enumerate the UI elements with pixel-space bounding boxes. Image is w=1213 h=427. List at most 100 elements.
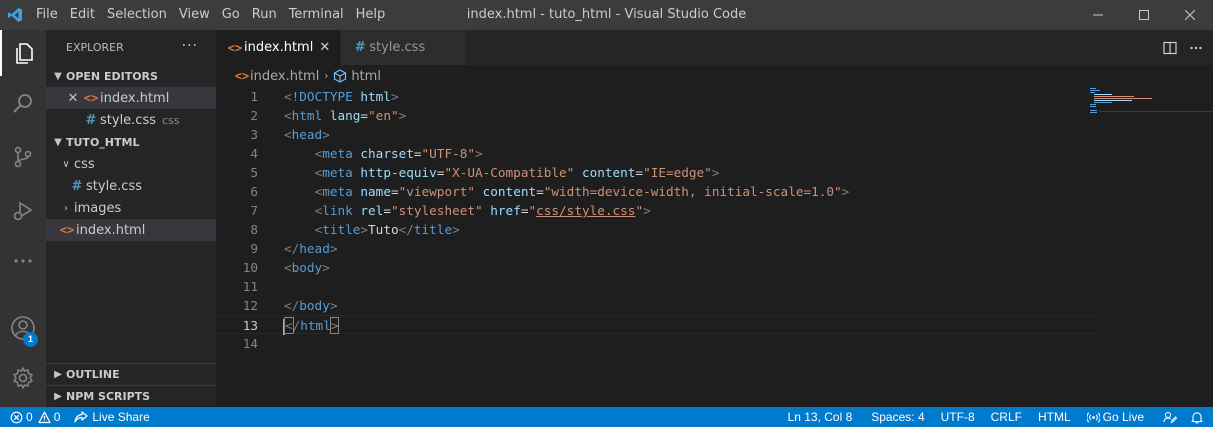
accounts-badge: 1 [23,332,38,347]
live-share-button[interactable]: Live Share [67,407,156,427]
menu-go[interactable]: Go [216,0,246,30]
code-line[interactable]: 14 [216,334,1096,353]
feedback-button[interactable] [1151,407,1184,427]
npm-scripts-header[interactable]: ▶ NPM SCRIPTS [46,385,216,407]
code-token: </ [398,222,414,237]
code-line[interactable]: 3 <head> [216,125,1096,144]
menu-help[interactable]: Help [350,0,392,30]
activity-bar: 1 [0,30,46,407]
html-file-icon: <> [227,40,243,55]
open-editors-label: OPEN EDITORS [66,69,158,83]
tab-label: index.html [244,40,314,55]
tree-folder-css[interactable]: ∨ css [46,153,216,175]
files-icon [16,43,33,64]
code-line[interactable]: 5 <meta http-equiv="X-UA-Compatible" con… [216,163,1096,182]
css-file-icon: # [85,112,97,128]
close-tab-icon[interactable]: ✕ [319,40,330,55]
code-line[interactable]: 2 <html lang="en"> [216,106,1096,125]
end-of-line[interactable]: CRLF [984,407,1031,427]
indentation[interactable]: Spaces: 4 [864,407,933,427]
workspace-header[interactable]: ▼ TUTO_HTML [46,131,216,153]
search-button[interactable] [0,80,46,126]
code-token: "en" [368,108,399,123]
minimap[interactable] [1090,87,1203,117]
explorer-more-icon[interactable]: ··· [182,38,198,54]
menu-terminal[interactable]: Terminal [283,0,350,30]
code-text: <meta charset="UTF-8"> [284,144,483,163]
encoding[interactable]: UTF-8 [934,407,984,427]
code-token: > [322,127,330,142]
language-mode[interactable]: HTML [1031,407,1080,427]
line-number: 3 [250,127,258,142]
code-line[interactable]: 1 <!DOCTYPE html> [216,87,1096,106]
code-line[interactable]: 7 <link rel="stylesheet" href="css/style… [216,201,1096,220]
live-share-icon [74,410,88,423]
window-controls [1075,0,1213,30]
code-line[interactable]: 12 </body> [216,296,1096,315]
tab-index-html[interactable]: <> index.html ✕ [216,30,342,65]
breadcrumb-file[interactable]: index.html [250,69,319,84]
more-actions-icon[interactable] [1189,41,1203,55]
code-token: " [635,203,644,218]
code-token: content [482,184,537,199]
problems-indicator[interactable]: 0 0 [0,407,67,427]
tab-style-css[interactable]: # style.css [341,30,467,65]
menu-edit[interactable]: Edit [64,0,101,30]
chevron-right-icon: ▶ [54,369,62,380]
code-token: = [360,108,369,123]
chevron-down-icon: ▼ [54,136,62,148]
outline-header[interactable]: ▶ OUTLINE [46,363,216,385]
css-file-icon: # [71,178,83,194]
split-editor-icon[interactable] [1163,41,1177,55]
close-editor-icon[interactable]: ✕ [64,91,82,106]
broadcast-icon [1086,411,1100,423]
code-token[interactable]: css/style.css [536,203,635,218]
close-window-button[interactable] [1167,0,1213,30]
go-live-button[interactable]: Go Live [1080,407,1151,427]
code-token: > [329,298,338,313]
code-text: <meta http-equiv="X-UA-Compatible" conte… [284,163,720,182]
cursor-position[interactable]: Ln 13, Col 8 [781,407,865,427]
code-line[interactable]: 4 <meta charset="UTF-8"> [216,144,1096,163]
code-line[interactable]: 9 </head> [216,239,1096,258]
menu-file[interactable]: File [30,0,64,30]
tree-folder-images[interactable]: › images [46,197,216,219]
accounts-button[interactable]: 1 [0,305,46,351]
open-editors-header[interactable]: ▼ OPEN EDITORS [46,65,216,87]
warning-icon [38,411,51,423]
code-line[interactable]: 8 <title>Tuto</title> [216,220,1096,239]
code-line[interactable]: 10 <body> [216,258,1096,277]
line-number: 9 [250,241,258,256]
tree-file-index-html[interactable]: <> index.html [46,219,216,241]
explorer-button[interactable] [0,30,46,76]
code-token: rel [360,203,384,218]
code-token: = [390,184,399,199]
line-number: 12 [242,298,258,313]
code-text: </head> [284,239,337,258]
run-debug-button[interactable] [0,188,46,234]
code-token: name [360,184,391,199]
code-token: html [300,318,331,333]
maximize-button[interactable] [1121,0,1167,30]
code-line[interactable]: 13 </html> [216,315,1096,335]
breadcrumb-symbol[interactable]: html [351,69,381,84]
open-editor-item-style-css[interactable]: # style.css css [46,109,216,131]
tree-file-style-css[interactable]: # style.css [46,175,216,197]
source-control-button[interactable] [0,134,46,180]
more-button[interactable] [0,238,46,284]
code-text: </html> [283,316,340,335]
menu-run[interactable]: Run [246,0,283,30]
minimap-slider [1099,111,1213,112]
open-editor-item-index-html[interactable]: ✕ <> index.html [46,87,216,109]
code-token: > [475,146,483,161]
minimize-button[interactable] [1075,0,1121,30]
notifications-button[interactable] [1184,407,1213,427]
code-line[interactable]: 6 <meta name="viewport" content="width=d… [216,182,1096,201]
code-editor[interactable]: 1 <!DOCTYPE html> 2 <html lang="en"> 3 <head>… [216,87,1213,407]
code-token: > [390,89,399,104]
code-line[interactable]: 11 [216,277,1096,296]
manage-button[interactable] [0,355,46,401]
menu-selection[interactable]: Selection [101,0,173,30]
menu-view[interactable]: View [173,0,216,30]
feedback-icon [1163,411,1177,424]
